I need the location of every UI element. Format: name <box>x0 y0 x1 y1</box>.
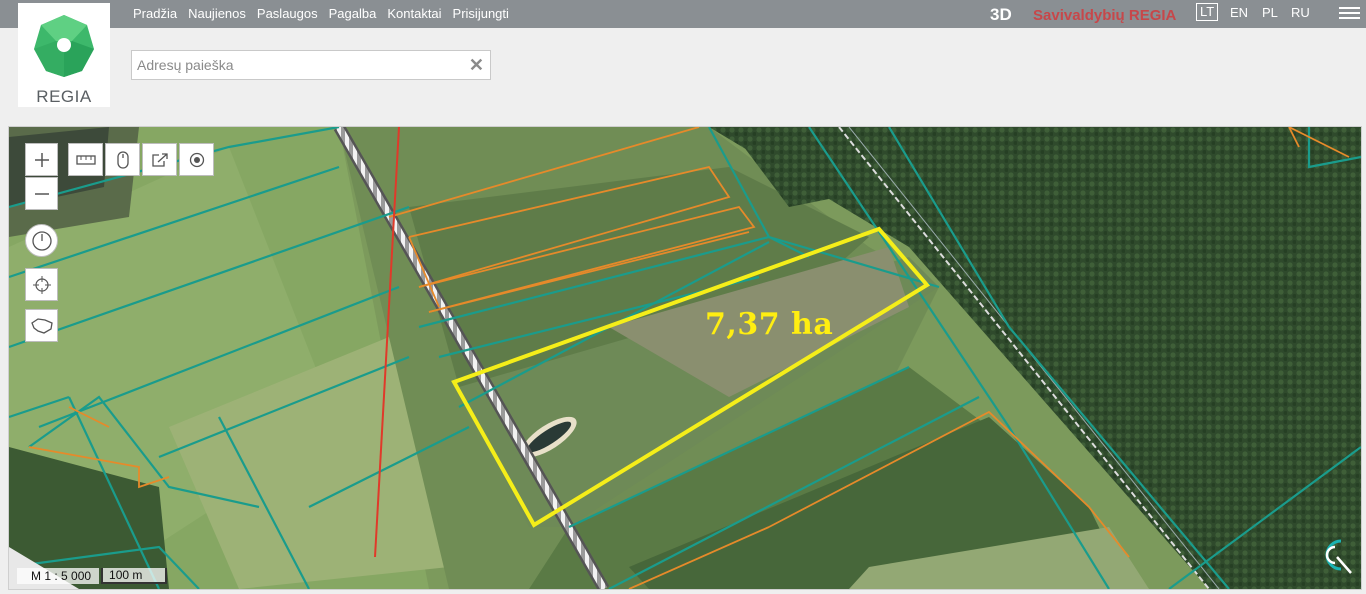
mouse-icon <box>116 150 129 169</box>
brand-title: Savivaldybių REGIA <box>1033 7 1177 24</box>
address-search: ✕ <box>131 50 491 80</box>
plus-icon <box>34 152 49 167</box>
lang-en[interactable]: EN <box>1230 5 1248 20</box>
logo[interactable]: REGIA <box>18 3 110 107</box>
main-nav: Pradžia Naujienos Paslaugos Pagalba Kont… <box>133 6 509 21</box>
target-icon <box>189 152 204 167</box>
zoom-in-button[interactable] <box>25 143 58 176</box>
close-icon[interactable]: ✕ <box>469 55 484 75</box>
scale-length: 100 m <box>101 568 168 584</box>
aerial-map-image <box>9 127 1361 589</box>
identify-button[interactable] <box>105 143 140 176</box>
hamburger-menu-icon[interactable] <box>1339 4 1360 23</box>
share-icon <box>151 152 168 167</box>
regia-logo-icon <box>34 15 94 77</box>
logo-text: REGIA <box>36 87 92 106</box>
scale-bar: M 1 : 5 000 100 m <box>17 568 207 584</box>
nav-item-pagalba[interactable]: Pagalba <box>329 6 377 21</box>
locate-button[interactable] <box>179 143 214 176</box>
nav-item-pradzia[interactable]: Pradžia <box>133 6 177 21</box>
full-extent-button[interactable] <box>25 309 58 342</box>
crosshair-icon <box>32 275 51 294</box>
lang-lt[interactable]: LT <box>1196 3 1219 21</box>
lithuania-map-icon <box>30 317 53 334</box>
measure-button[interactable] <box>68 143 103 176</box>
top-bar: Pradžia Naujienos Paslaugos Pagalba Kont… <box>0 0 1366 28</box>
lang-pl[interactable]: PL <box>1262 5 1278 20</box>
zoom-out-button[interactable] <box>25 177 58 210</box>
parcel-area-label: 7,37 ha <box>705 307 834 342</box>
nav-item-kontaktai[interactable]: Kontaktai <box>387 6 441 21</box>
nav-item-prisijungti[interactable]: Prisijungti <box>453 6 509 21</box>
history-button[interactable] <box>25 224 58 257</box>
clock-icon <box>31 230 52 251</box>
minus-icon <box>34 192 49 195</box>
scale-ratio: M 1 : 5 000 <box>17 568 100 584</box>
my-location-button[interactable] <box>25 268 58 301</box>
search-input[interactable] <box>132 51 457 79</box>
share-button[interactable] <box>142 143 177 176</box>
lang-ru[interactable]: RU <box>1291 5 1310 20</box>
ruler-icon <box>75 154 96 165</box>
compass-icon[interactable] <box>1315 535 1353 575</box>
map-view[interactable]: 7,37 ha M 1 : 5 000 100 m <box>8 126 1362 590</box>
nav-item-naujienos[interactable]: Naujienos <box>188 6 246 21</box>
nav-item-paslaugos[interactable]: Paslaugos <box>257 6 318 21</box>
3d-button[interactable]: 3D <box>990 5 1012 25</box>
